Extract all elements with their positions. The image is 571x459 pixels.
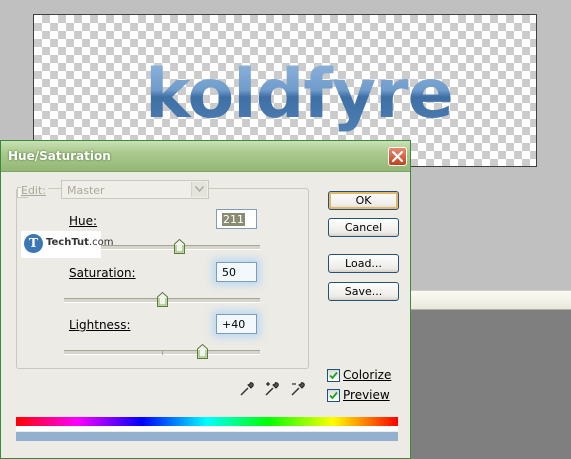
- preview-checkbox[interactable]: [327, 389, 340, 402]
- lightness-label: Lightness:: [69, 318, 131, 332]
- save-button[interactable]: Save...: [328, 282, 399, 301]
- lightness-center-tick: [162, 350, 163, 355]
- hue-label: Hue:: [69, 214, 98, 228]
- lightness-slider-thumb[interactable]: [197, 344, 208, 359]
- techtut-watermark: T TechTut.com: [21, 231, 114, 258]
- hue-saturation-dialog: Hue/Saturation Edit: Master Hue: 211 T T…: [0, 140, 411, 459]
- load-button[interactable]: Load...: [328, 254, 399, 273]
- saturation-slider-thumb[interactable]: [157, 292, 168, 307]
- colorize-checkbox[interactable]: [327, 369, 340, 382]
- hue-bar-separator: [16, 426, 398, 431]
- colorize-label: Colorize: [343, 368, 392, 382]
- close-button[interactable]: [388, 147, 407, 166]
- preview-label: Preview: [343, 388, 390, 402]
- edit-select-value: Master: [67, 184, 105, 197]
- checkmark-icon: [329, 391, 338, 400]
- eyedropper-icon[interactable]: [239, 381, 255, 397]
- chevron-down-icon[interactable]: [191, 182, 207, 197]
- checkmark-icon: [329, 371, 338, 380]
- panel-strip: [395, 290, 571, 310]
- hue-input[interactable]: 211: [216, 209, 257, 229]
- watermark-name: TechTut: [46, 237, 89, 248]
- edit-label: Edit:: [21, 184, 49, 197]
- eyedropper-plus-icon[interactable]: [264, 381, 280, 397]
- eyedropper-minus-icon[interactable]: [290, 381, 306, 397]
- saturation-label: Saturation:: [69, 266, 136, 280]
- hue-spectrum-bar: [16, 417, 398, 426]
- close-icon: [391, 150, 404, 163]
- saturation-input[interactable]: 50: [216, 262, 257, 282]
- ok-button[interactable]: OK: [328, 191, 399, 210]
- watermark-logo-icon: T: [24, 234, 43, 253]
- logo-text: koldfyre: [129, 45, 469, 145]
- hue-input-value: 211: [222, 213, 245, 226]
- edit-select[interactable]: Master: [61, 180, 209, 199]
- hue-slider-thumb[interactable]: [174, 239, 185, 254]
- lightness-input[interactable]: +40: [216, 314, 257, 334]
- result-color-bar: [16, 432, 398, 441]
- dialog-title: Hue/Saturation: [8, 149, 111, 163]
- watermark-suffix: .com: [88, 237, 114, 248]
- cancel-button[interactable]: Cancel: [328, 218, 399, 237]
- dialog-titlebar[interactable]: Hue/Saturation: [1, 141, 410, 172]
- adjustment-group: [16, 188, 309, 369]
